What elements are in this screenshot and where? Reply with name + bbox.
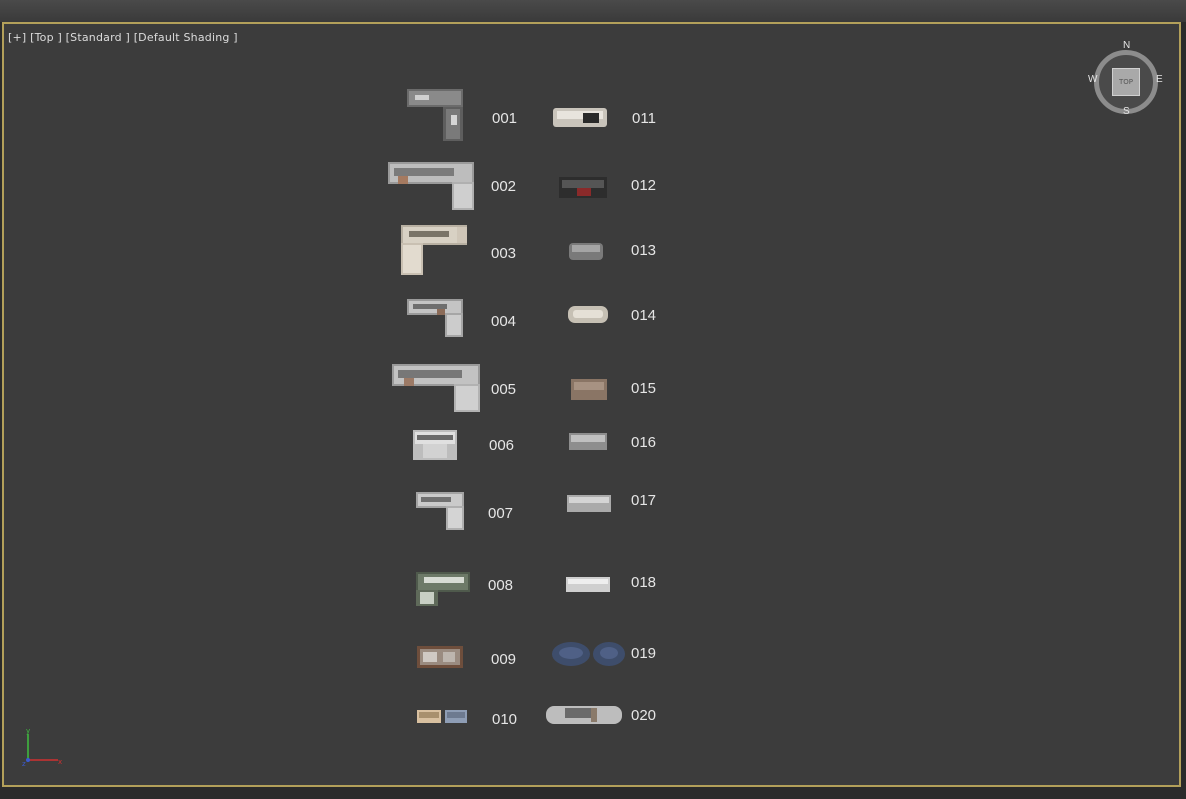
sofa-016[interactable] <box>569 432 609 452</box>
axis-y-label: y <box>26 727 30 735</box>
viewport-mode-menu[interactable]: [Standard ] <box>66 31 130 44</box>
sofa-019[interactable] <box>551 640 627 670</box>
label-014: 014 <box>631 307 657 324</box>
viewport-label: [+] [Top ] [Standard ] [Default Shading … <box>8 31 238 44</box>
sofa-002[interactable] <box>388 162 476 212</box>
sofa-001[interactable] <box>407 89 465 143</box>
sofa-011[interactable] <box>553 107 609 129</box>
axis-x-label: x <box>58 758 62 766</box>
label-017: 017 <box>631 492 657 509</box>
sofa-009[interactable] <box>417 646 465 670</box>
viewport-view-menu[interactable]: [Top ] <box>30 31 62 44</box>
sofa-005[interactable] <box>392 364 482 414</box>
label-005: 005 <box>491 381 517 398</box>
sofa-010[interactable] <box>417 709 469 725</box>
viewcube[interactable]: TOP N S E W <box>1088 40 1163 118</box>
sofa-008[interactable] <box>416 572 472 608</box>
label-003: 003 <box>491 245 517 262</box>
axis-tripod: y x z <box>22 727 62 768</box>
label-001: 001 <box>492 110 518 127</box>
sofa-006[interactable] <box>413 430 459 462</box>
axis-z-label: z <box>22 760 26 768</box>
sofa-013[interactable] <box>569 242 605 262</box>
sofa-007[interactable] <box>416 492 466 532</box>
viewcube-top-face[interactable]: TOP <box>1112 68 1140 96</box>
status-strip <box>0 789 1186 799</box>
label-018: 018 <box>631 574 657 591</box>
label-007: 007 <box>488 505 514 522</box>
label-009: 009 <box>491 651 517 668</box>
label-010: 010 <box>492 711 518 728</box>
viewport-menu-plus[interactable]: [+] <box>8 31 26 44</box>
sofa-012[interactable] <box>559 176 609 200</box>
sofa-014[interactable] <box>568 305 610 325</box>
label-019: 019 <box>631 645 657 662</box>
label-004: 004 <box>491 313 517 330</box>
sofa-017[interactable] <box>567 494 613 514</box>
label-008: 008 <box>488 577 514 594</box>
compass-east[interactable]: E <box>1156 74 1163 85</box>
compass-west[interactable]: W <box>1088 74 1097 85</box>
compass-north[interactable]: N <box>1123 40 1130 51</box>
label-013: 013 <box>631 242 657 259</box>
sofa-018[interactable] <box>566 576 612 594</box>
label-016: 016 <box>631 434 657 451</box>
top-viewport[interactable]: [+] [Top ] [Standard ] [Default Shading … <box>2 22 1181 787</box>
sofa-020[interactable] <box>545 704 625 730</box>
label-020: 020 <box>631 707 657 724</box>
label-011: 011 <box>632 110 656 127</box>
title-bar <box>0 0 1186 22</box>
compass-south[interactable]: S <box>1123 106 1130 117</box>
sofa-003[interactable] <box>401 225 469 277</box>
sofa-015[interactable] <box>571 378 609 402</box>
viewport-shading-menu[interactable]: [Default Shading ] <box>134 31 238 44</box>
sofa-004[interactable] <box>407 299 465 339</box>
label-006: 006 <box>489 437 515 454</box>
label-002: 002 <box>491 178 517 195</box>
label-015: 015 <box>631 380 657 397</box>
label-012: 012 <box>631 177 657 194</box>
